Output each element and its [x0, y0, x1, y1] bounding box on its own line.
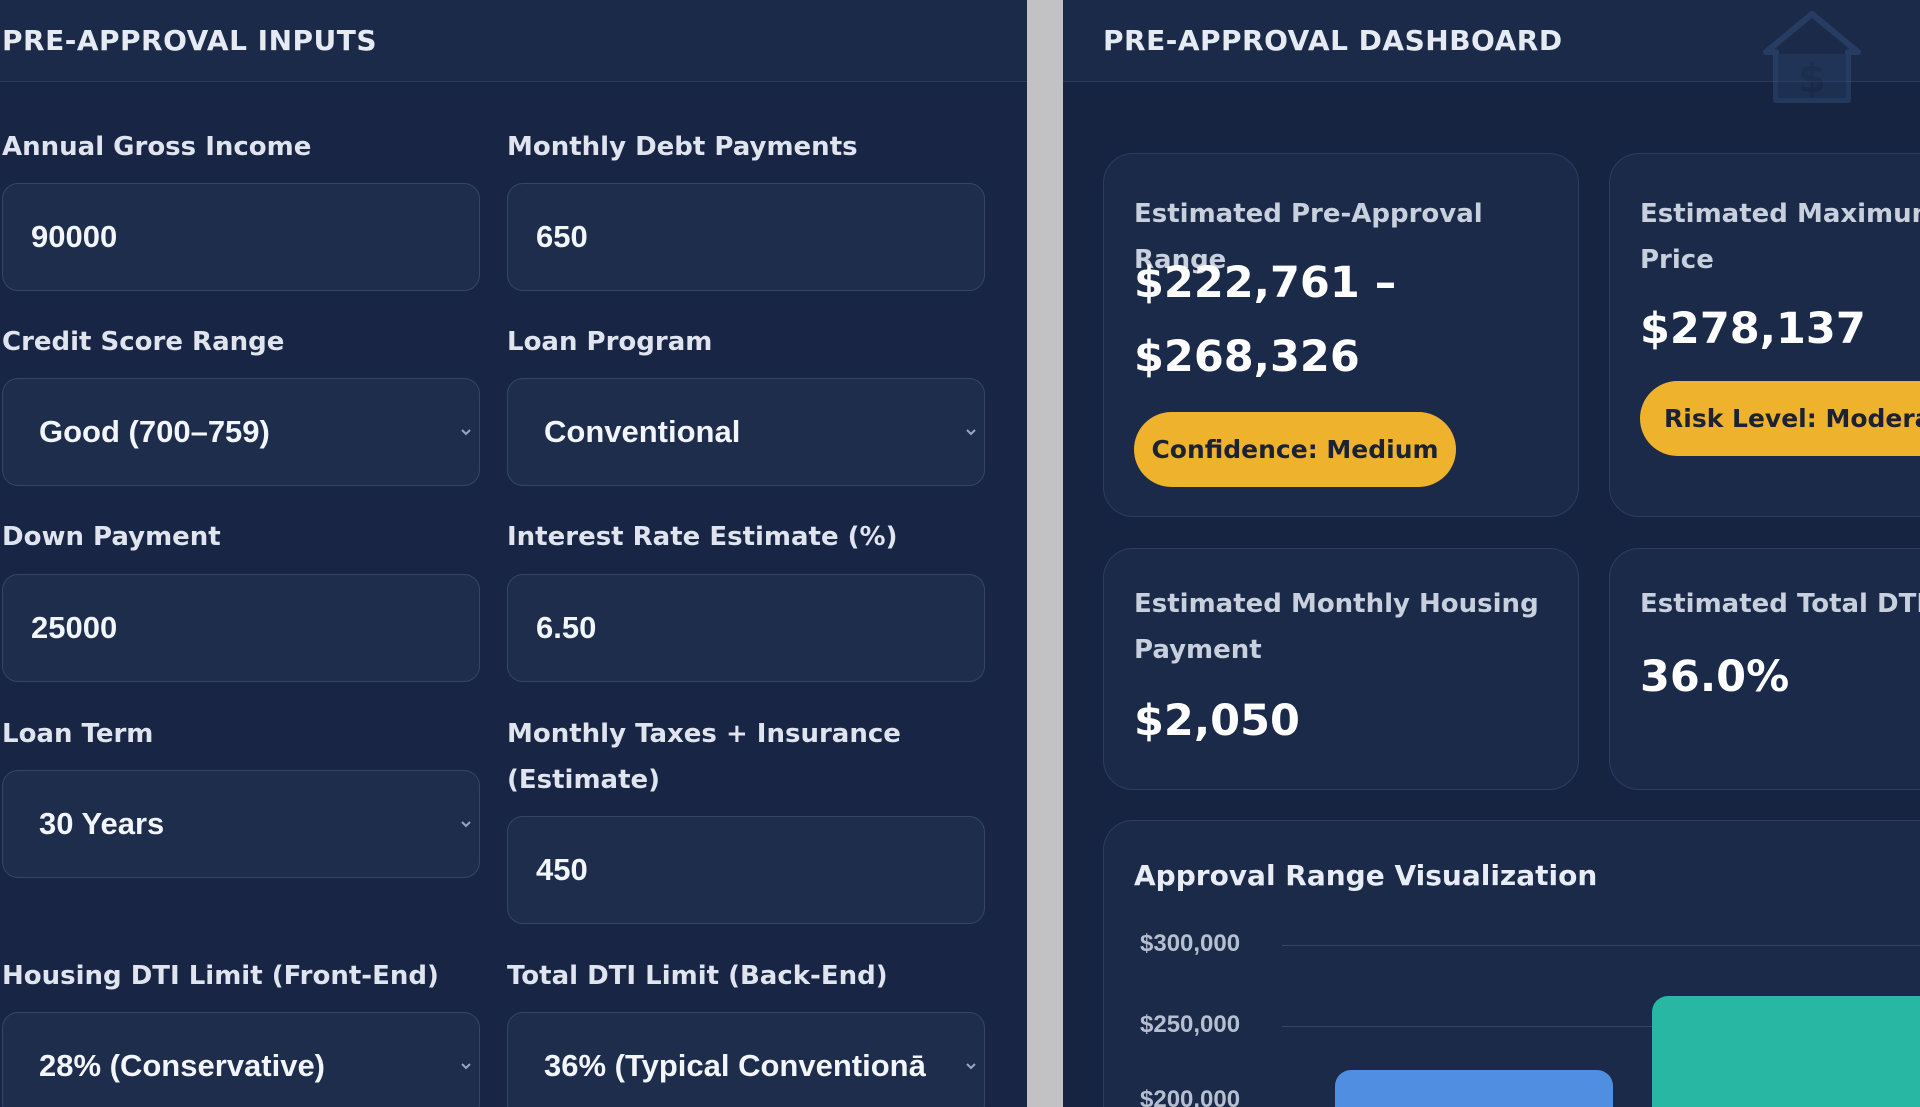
credit-score-range-label: Credit Score Range [2, 327, 285, 357]
dashboard-panel-header: PRE-APPROVAL DASHBOARD $ [1063, 0, 1920, 103]
panel-resize-handle[interactable] [1027, 0, 1063, 1107]
approval-range-chart-card: Approval Range Visualization $300,000 $2… [1103, 820, 1920, 1107]
down-payment-input[interactable]: 25000 [2, 574, 480, 682]
total-dti-value: 36% (Typical Conventionā [544, 1048, 926, 1083]
monthly-debt-payments-value: 650 [536, 219, 588, 254]
pre-approval-range-value-line2: $268,326 [1134, 332, 1360, 382]
credit-score-range-value: Good (700–759) [39, 414, 270, 449]
risk-level-badge: Risk Level: Modera [1640, 381, 1920, 456]
loan-term-label: Loan Term [2, 719, 154, 749]
credit-score-range-select[interactable]: Good (700–759) [2, 378, 480, 486]
pre-approval-range-value-line1: $222,761 – [1134, 258, 1397, 308]
annual-gross-income-input[interactable]: 90000 [2, 183, 480, 291]
total-dti-label: Total DTI Limit (Back-End) [507, 961, 888, 991]
down-payment-label: Down Payment [2, 522, 221, 552]
housing-dti-label: Housing DTI Limit (Front-End) [2, 961, 439, 991]
taxes-insurance-label: Monthly Taxes + Insurance (Estimate) [507, 711, 901, 803]
total-dti-card: Estimated Total DTI I 36.0% [1609, 548, 1920, 790]
chevron-down-icon [966, 429, 976, 436]
inputs-panel: PRE-APPROVAL INPUTS Annual Gross Income … [0, 0, 1027, 1107]
pre-approval-range-card: Estimated Pre-Approval Range $222,761 – … [1103, 153, 1579, 517]
inputs-panel-header: PRE-APPROVAL INPUTS [0, 0, 1027, 82]
taxes-insurance-value: 450 [536, 852, 588, 887]
monthly-housing-payment-card: Estimated Monthly Housing Payment $2,050 [1103, 548, 1579, 790]
total-dti-card-value: 36.0% [1640, 652, 1790, 702]
chevron-down-icon [461, 1063, 471, 1070]
loan-program-label: Loan Program [507, 327, 713, 357]
total-dti-card-label: Estimated Total DTI I [1640, 589, 1920, 619]
dashboard-panel: PRE-APPROVAL DASHBOARD $ Estimated Pre-A… [1063, 0, 1920, 1107]
y-tick-label: $300,000 [1140, 930, 1241, 957]
y-tick-label: $200,000 [1140, 1086, 1241, 1107]
monthly-housing-payment-label-line1: Estimated Monthly Housing [1134, 589, 1539, 619]
monthly-debt-payments-label: Monthly Debt Payments [507, 132, 858, 162]
loan-term-select[interactable]: 30 Years [2, 770, 480, 878]
loan-program-select[interactable]: Conventional [507, 378, 985, 486]
loan-term-value: 30 Years [39, 806, 165, 841]
grid-line [1282, 945, 1920, 946]
housing-dti-value: 28% (Conservative) [39, 1048, 326, 1083]
taxes-insurance-label-line1: Monthly Taxes + Insurance [507, 719, 901, 749]
interest-rate-input[interactable]: 6.50 [507, 574, 985, 682]
chevron-down-icon [461, 821, 471, 828]
inputs-panel-title: PRE-APPROVAL INPUTS [2, 24, 378, 57]
chevron-down-icon [461, 429, 471, 436]
monthly-housing-payment-label-line2: Payment [1134, 635, 1262, 665]
loan-program-value: Conventional [544, 414, 741, 449]
taxes-insurance-input[interactable]: 450 [507, 816, 985, 924]
chevron-down-icon [966, 1063, 976, 1070]
app-window: PRE-APPROVAL INPUTS Annual Gross Income … [0, 0, 1920, 1107]
y-tick-label: $250,000 [1140, 1011, 1241, 1038]
taxes-insurance-label-line2: (Estimate) [507, 765, 661, 795]
down-payment-value: 25000 [31, 610, 118, 645]
chart-title: Approval Range Visualization [1134, 859, 1598, 892]
monthly-debt-payments-input[interactable]: 650 [507, 183, 985, 291]
confidence-badge: Confidence: Medium [1134, 412, 1456, 487]
chart-bar [1652, 996, 1920, 1107]
annual-gross-income-value: 90000 [31, 219, 118, 254]
max-price-value: $278,137 [1640, 304, 1866, 354]
svg-text:$: $ [1798, 56, 1826, 102]
total-dti-select[interactable]: 36% (Typical Conventionā [507, 1012, 985, 1107]
max-price-label-line2: Price [1640, 245, 1714, 275]
dashboard-panel-title: PRE-APPROVAL DASHBOARD [1103, 24, 1563, 57]
max-price-label: Estimated Maximum Price [1640, 191, 1920, 283]
monthly-housing-payment-value: $2,050 [1134, 696, 1300, 746]
max-price-label-line1: Estimated Maximum [1640, 199, 1920, 229]
house-dollar-icon: $ [1763, 11, 1861, 103]
chart-bar [1335, 1070, 1613, 1107]
max-price-card: Estimated Maximum Price $278,137 Risk Le… [1609, 153, 1920, 517]
monthly-housing-payment-label: Estimated Monthly Housing Payment [1134, 581, 1539, 673]
interest-rate-label: Interest Rate Estimate (%) [507, 522, 898, 552]
annual-gross-income-label: Annual Gross Income [2, 132, 312, 162]
housing-dti-select[interactable]: 28% (Conservative) [2, 1012, 480, 1107]
interest-rate-value: 6.50 [536, 610, 597, 645]
